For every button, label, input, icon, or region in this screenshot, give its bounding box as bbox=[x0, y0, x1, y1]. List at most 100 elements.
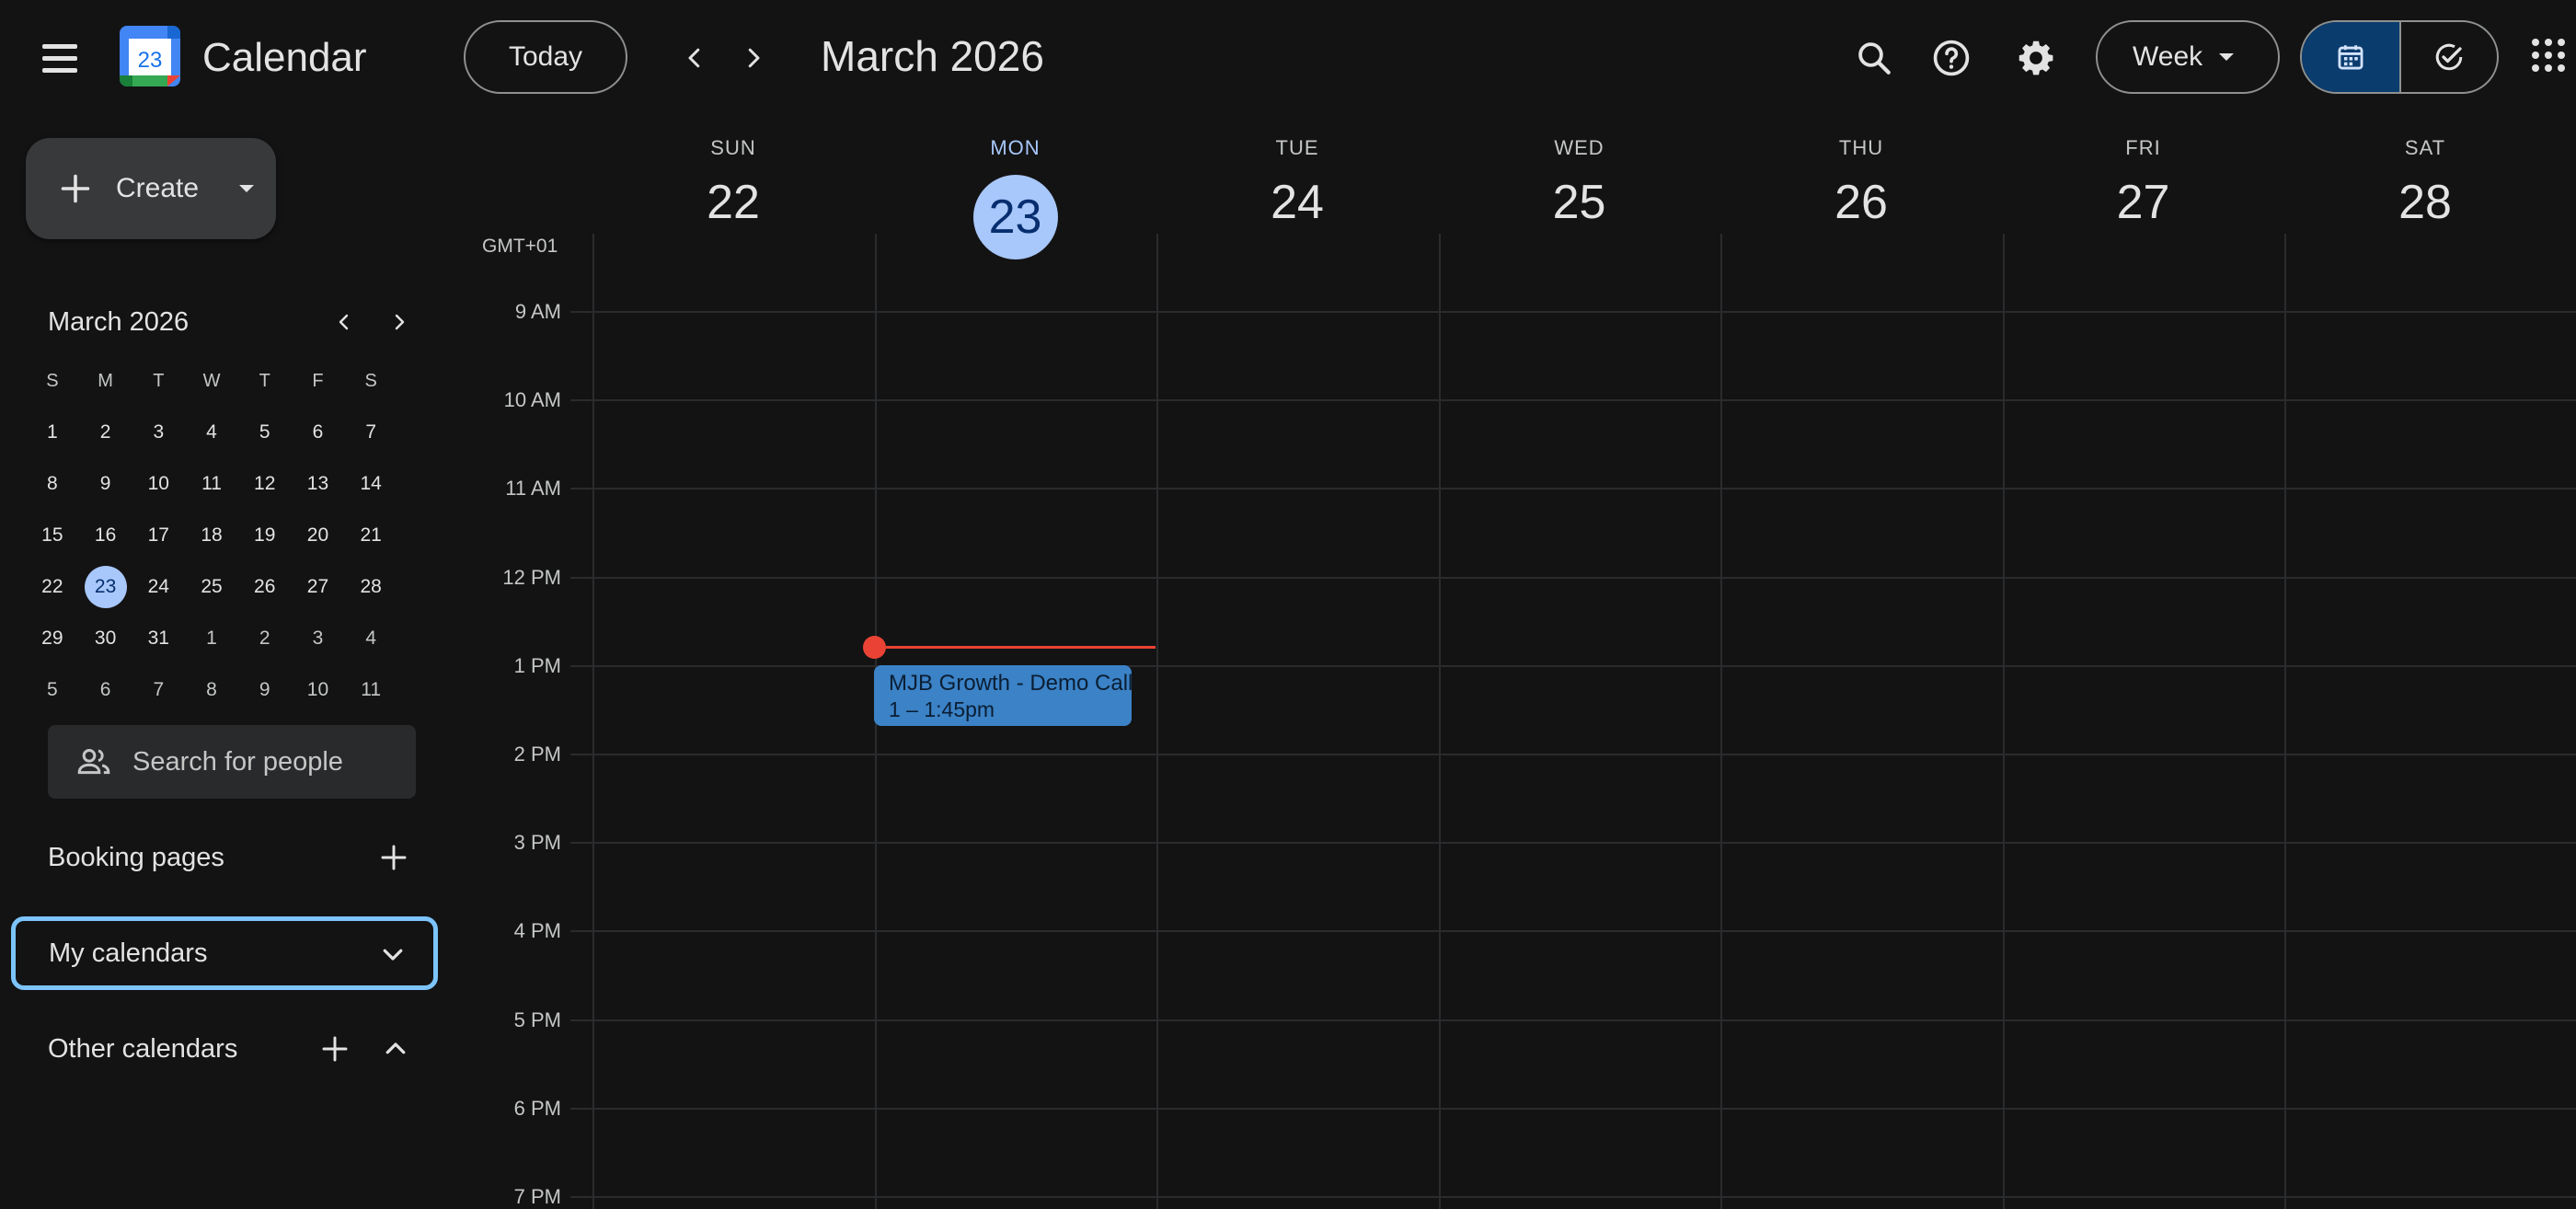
hour-label: 12 PM bbox=[502, 565, 561, 589]
mini-calendar-day[interactable]: 11 bbox=[344, 679, 397, 701]
my-calendars-label: My calendars bbox=[49, 938, 208, 968]
mini-calendar-day-number: 9 bbox=[259, 679, 270, 700]
current-time-line bbox=[874, 646, 1156, 649]
mini-calendar-day[interactable]: 9 bbox=[238, 679, 292, 701]
event-chip[interactable]: MJB Growth - Demo Call 1 – 1:45pm bbox=[874, 665, 1132, 726]
mini-calendar-day[interactable]: 6 bbox=[292, 421, 345, 443]
mini-calendar-day[interactable]: 9 bbox=[79, 473, 132, 495]
hour-tick bbox=[570, 754, 592, 755]
mini-calendar-day[interactable]: 4 bbox=[344, 628, 397, 650]
mini-calendar-day-number: 19 bbox=[254, 524, 276, 546]
mini-calendar-day[interactable]: 27 bbox=[292, 576, 345, 598]
mini-calendar-day[interactable]: 2 bbox=[79, 421, 132, 443]
mini-weekday-label: S bbox=[364, 370, 377, 391]
mini-calendar-day[interactable]: 25 bbox=[185, 576, 238, 598]
mini-calendar-day[interactable]: 26 bbox=[238, 576, 292, 598]
day-number-button[interactable]: 26 bbox=[1720, 175, 2002, 230]
mini-calendar-day[interactable]: 7 bbox=[344, 421, 397, 443]
mini-calendar-day[interactable]: 15 bbox=[26, 524, 79, 547]
mini-calendar-day[interactable]: 28 bbox=[344, 576, 397, 598]
apps-dot bbox=[2558, 52, 2565, 59]
hour-tick bbox=[570, 576, 592, 579]
day-number-button[interactable]: 24 bbox=[1156, 175, 1438, 230]
menu-bar bbox=[42, 55, 77, 61]
mini-calendar-day[interactable]: 7 bbox=[132, 679, 185, 701]
mini-calendar-day-number: 18 bbox=[201, 524, 223, 546]
mini-calendar-day[interactable]: 30 bbox=[79, 628, 132, 650]
hour-gridline bbox=[592, 754, 2576, 755]
mini-calendar-day[interactable]: 1 bbox=[26, 421, 79, 443]
google-apps-button[interactable] bbox=[2532, 39, 2569, 75]
mini-calendar-day[interactable]: 23 bbox=[79, 566, 132, 608]
mini-calendar-day[interactable]: 24 bbox=[132, 576, 185, 598]
day-column-divider bbox=[592, 234, 594, 1209]
mini-calendar-day[interactable]: 18 bbox=[185, 524, 238, 547]
my-calendars-section-toggle[interactable]: My calendars bbox=[11, 916, 438, 990]
settings-button[interactable] bbox=[2009, 31, 2063, 85]
mini-calendar-day[interactable]: 5 bbox=[238, 421, 292, 443]
mini-calendar-day[interactable]: 16 bbox=[79, 524, 132, 547]
create-button[interactable]: Create bbox=[26, 138, 276, 239]
mini-calendar-day[interactable]: 8 bbox=[26, 473, 79, 495]
tasks-mode-button[interactable] bbox=[2398, 22, 2497, 92]
mini-calendar-day[interactable]: 3 bbox=[132, 421, 185, 443]
event-time: 1 – 1:45pm bbox=[889, 697, 995, 721]
add-other-calendar-button[interactable] bbox=[315, 1029, 355, 1069]
mini-calendar-day-number: 16 bbox=[94, 524, 117, 546]
day-number-button[interactable]: 28 bbox=[2284, 175, 2566, 230]
support-button[interactable] bbox=[1925, 31, 1978, 85]
mini-calendar-day[interactable]: 5 bbox=[26, 679, 79, 701]
calendar-logo[interactable]: 23 bbox=[120, 26, 180, 86]
next-week-button[interactable] bbox=[730, 35, 776, 81]
day-number-button[interactable]: 27 bbox=[2003, 175, 2284, 230]
mini-calendar-day[interactable]: 8 bbox=[185, 679, 238, 701]
mini-calendar-previous-month[interactable] bbox=[324, 302, 364, 342]
mini-calendar-day[interactable]: 1 bbox=[185, 628, 238, 650]
mini-calendar-day[interactable]: 29 bbox=[26, 628, 79, 650]
day-number: 28 bbox=[2398, 176, 2452, 229]
mini-calendar-day-number: 21 bbox=[360, 524, 382, 546]
hour-tick bbox=[570, 1196, 592, 1198]
people-search-input[interactable] bbox=[132, 746, 399, 777]
previous-week-button[interactable] bbox=[672, 35, 718, 81]
mini-calendar-day[interactable]: 10 bbox=[132, 473, 185, 495]
chevron-left-icon bbox=[339, 314, 349, 330]
collapse-other-calendars-button[interactable] bbox=[375, 1029, 416, 1069]
day-number-button[interactable]: 25 bbox=[1439, 175, 1720, 230]
main-menu-button[interactable] bbox=[37, 35, 88, 81]
mini-calendar-day-number: 10 bbox=[147, 473, 169, 494]
mini-calendar-day[interactable]: 17 bbox=[132, 524, 185, 547]
mini-calendar-day[interactable]: 19 bbox=[238, 524, 292, 547]
hour-tick bbox=[570, 488, 592, 490]
mini-calendar-day[interactable]: 31 bbox=[132, 628, 185, 650]
mini-calendar-day[interactable]: 4 bbox=[185, 421, 238, 443]
mini-calendar-day[interactable]: 12 bbox=[238, 473, 292, 495]
mini-calendar-day[interactable]: 6 bbox=[79, 679, 132, 701]
today-button[interactable]: Today bbox=[464, 20, 627, 94]
event-title: MJB Growth - Demo Call bbox=[889, 671, 1132, 696]
mini-calendar-day[interactable]: 10 bbox=[292, 679, 345, 701]
mini-calendar-day[interactable]: 21 bbox=[344, 524, 397, 547]
people-search-field[interactable] bbox=[48, 725, 416, 799]
mini-calendar-week-row: 15 16 17 18 19 20 21 bbox=[26, 510, 397, 561]
expand-my-calendars-button[interactable] bbox=[373, 934, 413, 974]
day-column-divider bbox=[1720, 234, 1722, 1209]
add-booking-page-button[interactable] bbox=[374, 837, 414, 878]
calendar-mode-button[interactable] bbox=[2302, 22, 2399, 92]
mini-calendar-next-month[interactable] bbox=[379, 302, 420, 342]
mini-calendar-day[interactable]: 22 bbox=[26, 576, 79, 598]
chevron-up-icon bbox=[385, 1042, 406, 1054]
day-number-button[interactable]: 23 bbox=[875, 175, 1156, 259]
mini-calendar-grid: SMTWTFS 1 2 3 4 5 6 7 8 9 10 11 12 13 14 15 16 17 18 19 20 2… bbox=[26, 355, 397, 716]
view-switcher-dropdown[interactable]: Week bbox=[2096, 20, 2280, 94]
mini-calendar-day[interactable]: 13 bbox=[292, 473, 345, 495]
day-number-button[interactable]: 22 bbox=[592, 175, 874, 230]
mini-calendar-day[interactable]: 3 bbox=[292, 628, 345, 650]
search-button[interactable] bbox=[1847, 31, 1901, 85]
day-column-divider bbox=[2284, 234, 2286, 1209]
mini-calendar-day[interactable]: 20 bbox=[292, 524, 345, 547]
day-number: 27 bbox=[2116, 176, 2170, 229]
mini-calendar-day[interactable]: 11 bbox=[185, 473, 238, 495]
mini-calendar-day[interactable]: 14 bbox=[344, 473, 397, 495]
mini-calendar-day[interactable]: 2 bbox=[238, 628, 292, 650]
